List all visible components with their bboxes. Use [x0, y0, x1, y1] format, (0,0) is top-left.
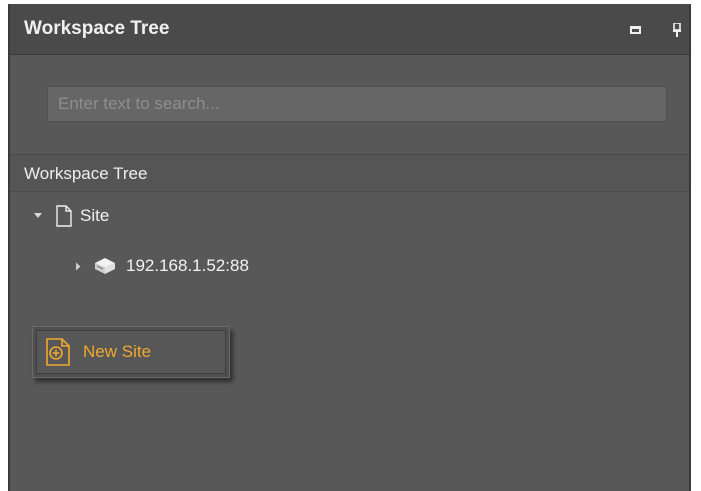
pin-button[interactable]: [666, 19, 688, 41]
workspace-tree-panel: Workspace Tree Workspace Tree: [8, 4, 691, 491]
expander-collapsed[interactable]: [70, 258, 86, 274]
expander-expanded[interactable]: [30, 208, 46, 224]
tree-node-label: 192.168.1.52:88: [126, 256, 249, 275]
tree-node-site[interactable]: Site: [30, 202, 109, 230]
menu-item-new-site[interactable]: New Site: [36, 330, 226, 374]
tree-node-server[interactable]: 192.168.1.52:88: [70, 252, 249, 280]
server-icon: [92, 255, 118, 277]
tree-header: Workspace Tree: [10, 154, 689, 192]
new-site-icon: [45, 337, 71, 367]
chevron-right-icon: [76, 262, 81, 270]
maximize-icon: [629, 26, 641, 34]
context-menu: New Site: [32, 326, 230, 378]
panel-titlebar: Workspace Tree: [10, 4, 689, 55]
search-input[interactable]: [47, 86, 667, 122]
chevron-down-icon: [34, 213, 42, 218]
menu-item-label: New Site: [83, 342, 152, 361]
document-icon: [56, 205, 72, 227]
maximize-button[interactable]: [624, 19, 646, 41]
pin-icon: [673, 23, 681, 37]
tree-node-label: Site: [80, 206, 110, 225]
panel-title: Workspace Tree: [24, 18, 170, 39]
search-area: [10, 55, 689, 154]
tree-header-label: Workspace Tree: [24, 164, 148, 183]
